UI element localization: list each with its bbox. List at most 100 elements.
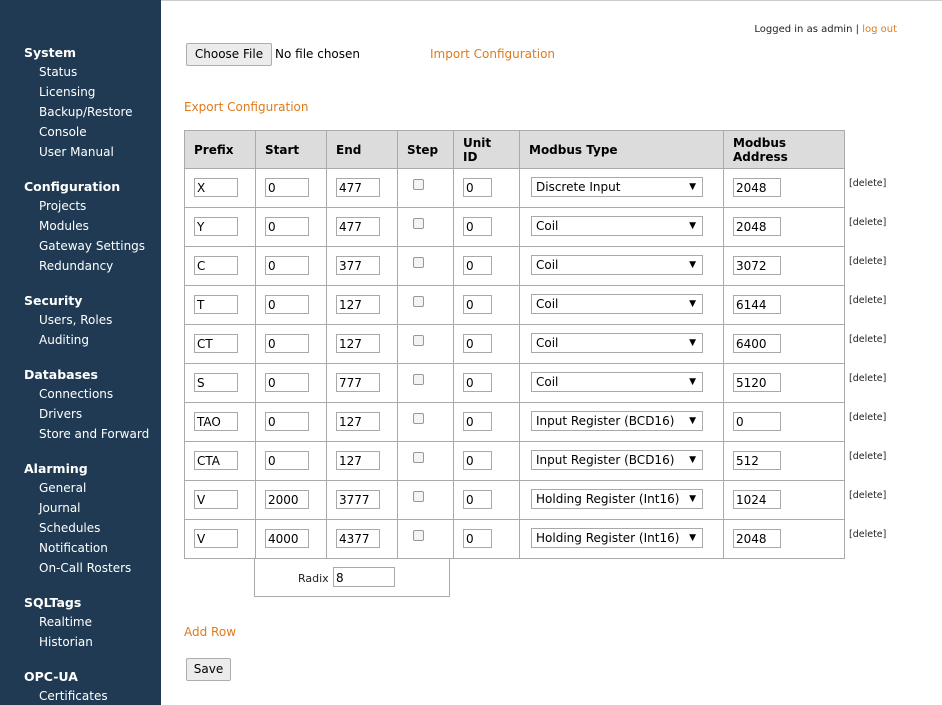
prefix-input[interactable]: V: [194, 529, 238, 548]
delete-row-link[interactable]: [delete]: [849, 373, 886, 384]
sidebar-item[interactable]: Users, Roles: [39, 313, 112, 327]
step-checkbox[interactable]: [413, 491, 424, 502]
end-input[interactable]: 127: [336, 412, 380, 431]
end-input[interactable]: 127: [336, 295, 380, 314]
modbus-type-select[interactable]: Coil ▼: [531, 255, 703, 275]
radix-input[interactable]: 8: [333, 567, 395, 587]
sidebar-item[interactable]: Historian: [39, 635, 93, 649]
modbus-address-input[interactable]: 6144: [733, 295, 781, 314]
unit-id-input[interactable]: 0: [463, 178, 492, 197]
step-checkbox[interactable]: [413, 530, 424, 541]
sidebar-item[interactable]: Drivers: [39, 407, 82, 421]
end-input[interactable]: 477: [336, 217, 380, 236]
step-checkbox[interactable]: [413, 179, 424, 190]
modbus-type-select[interactable]: Holding Register (Int16) ▼: [531, 489, 703, 509]
modbus-address-input[interactable]: 5120: [733, 373, 781, 392]
end-input[interactable]: 4377: [336, 529, 380, 548]
modbus-address-input[interactable]: 2048: [733, 217, 781, 236]
save-button[interactable]: Save: [186, 658, 231, 681]
add-row-link[interactable]: Add Row: [184, 625, 236, 639]
start-input[interactable]: 2000: [265, 490, 309, 509]
modbus-type-select[interactable]: Coil ▼: [531, 372, 703, 392]
delete-row-link[interactable]: [delete]: [849, 178, 886, 189]
sidebar-item[interactable]: Modules: [39, 219, 89, 233]
unit-id-input[interactable]: 0: [463, 451, 492, 470]
sidebar-item[interactable]: Projects: [39, 199, 86, 213]
prefix-input[interactable]: T: [194, 295, 238, 314]
start-input[interactable]: 0: [265, 451, 309, 470]
prefix-input[interactable]: CT: [194, 334, 238, 353]
sidebar-item[interactable]: User Manual: [39, 145, 114, 159]
prefix-input[interactable]: Y: [194, 217, 238, 236]
logout-link[interactable]: log out: [862, 24, 897, 35]
sidebar-item[interactable]: On-Call Rosters: [39, 561, 131, 575]
modbus-type-select[interactable]: Input Register (BCD16) ▼: [531, 411, 703, 431]
sidebar-item[interactable]: Certificates: [39, 689, 108, 703]
sidebar-item[interactable]: Realtime: [39, 615, 92, 629]
delete-row-link[interactable]: [delete]: [849, 217, 886, 228]
unit-id-input[interactable]: 0: [463, 217, 492, 236]
sidebar-item[interactable]: Store and Forward: [39, 427, 149, 441]
modbus-type-select[interactable]: Coil ▼: [531, 294, 703, 314]
prefix-input[interactable]: S: [194, 373, 238, 392]
end-input[interactable]: 127: [336, 334, 380, 353]
start-input[interactable]: 0: [265, 295, 309, 314]
step-checkbox[interactable]: [413, 218, 424, 229]
modbus-address-input[interactable]: 2048: [733, 529, 781, 548]
sidebar-item[interactable]: Status: [39, 65, 77, 79]
modbus-type-select[interactable]: Holding Register (Int16) ▼: [531, 528, 703, 548]
step-checkbox[interactable]: [413, 335, 424, 346]
sidebar-item[interactable]: Redundancy: [39, 259, 113, 273]
modbus-type-select[interactable]: Coil ▼: [531, 216, 703, 236]
import-configuration-link[interactable]: Import Configuration: [430, 47, 555, 61]
modbus-address-input[interactable]: 512: [733, 451, 781, 470]
sidebar-item[interactable]: Journal: [39, 501, 81, 515]
modbus-address-input[interactable]: 2048: [733, 178, 781, 197]
sidebar-item[interactable]: Console: [39, 125, 87, 139]
end-input[interactable]: 377: [336, 256, 380, 275]
sidebar-item[interactable]: Notification: [39, 541, 108, 555]
modbus-type-select[interactable]: Input Register (BCD16) ▼: [531, 450, 703, 470]
sidebar-item[interactable]: Connections: [39, 387, 113, 401]
start-input[interactable]: 0: [265, 256, 309, 275]
step-checkbox[interactable]: [413, 257, 424, 268]
start-input[interactable]: 0: [265, 334, 309, 353]
step-checkbox[interactable]: [413, 374, 424, 385]
start-input[interactable]: 4000: [265, 529, 309, 548]
prefix-input[interactable]: X: [194, 178, 238, 197]
modbus-address-input[interactable]: 6400: [733, 334, 781, 353]
end-input[interactable]: 3777: [336, 490, 380, 509]
start-input[interactable]: 0: [265, 412, 309, 431]
sidebar-item[interactable]: Licensing: [39, 85, 95, 99]
unit-id-input[interactable]: 0: [463, 256, 492, 275]
delete-row-link[interactable]: [delete]: [849, 412, 886, 423]
unit-id-input[interactable]: 0: [463, 334, 492, 353]
end-input[interactable]: 127: [336, 451, 380, 470]
end-input[interactable]: 777: [336, 373, 380, 392]
export-configuration-link[interactable]: Export Configuration: [184, 100, 308, 114]
delete-row-link[interactable]: [delete]: [849, 334, 886, 345]
delete-row-link[interactable]: [delete]: [849, 451, 886, 462]
modbus-address-input[interactable]: 0: [733, 412, 781, 431]
start-input[interactable]: 0: [265, 373, 309, 392]
sidebar-item[interactable]: Schedules: [39, 521, 100, 535]
unit-id-input[interactable]: 0: [463, 373, 492, 392]
step-checkbox[interactable]: [413, 296, 424, 307]
start-input[interactable]: 0: [265, 217, 309, 236]
unit-id-input[interactable]: 0: [463, 412, 492, 431]
delete-row-link[interactable]: [delete]: [849, 256, 886, 267]
unit-id-input[interactable]: 0: [463, 295, 492, 314]
delete-row-link[interactable]: [delete]: [849, 529, 886, 540]
modbus-address-input[interactable]: 1024: [733, 490, 781, 509]
modbus-type-select[interactable]: Discrete Input ▼: [531, 177, 703, 197]
modbus-type-select[interactable]: Coil ▼: [531, 333, 703, 353]
unit-id-input[interactable]: 0: [463, 490, 492, 509]
prefix-input[interactable]: TAO: [194, 412, 238, 431]
end-input[interactable]: 477: [336, 178, 380, 197]
delete-row-link[interactable]: [delete]: [849, 295, 886, 306]
modbus-address-input[interactable]: 3072: [733, 256, 781, 275]
delete-row-link[interactable]: [delete]: [849, 490, 886, 501]
start-input[interactable]: 0: [265, 178, 309, 197]
sidebar-item[interactable]: General: [39, 481, 86, 495]
step-checkbox[interactable]: [413, 413, 424, 424]
